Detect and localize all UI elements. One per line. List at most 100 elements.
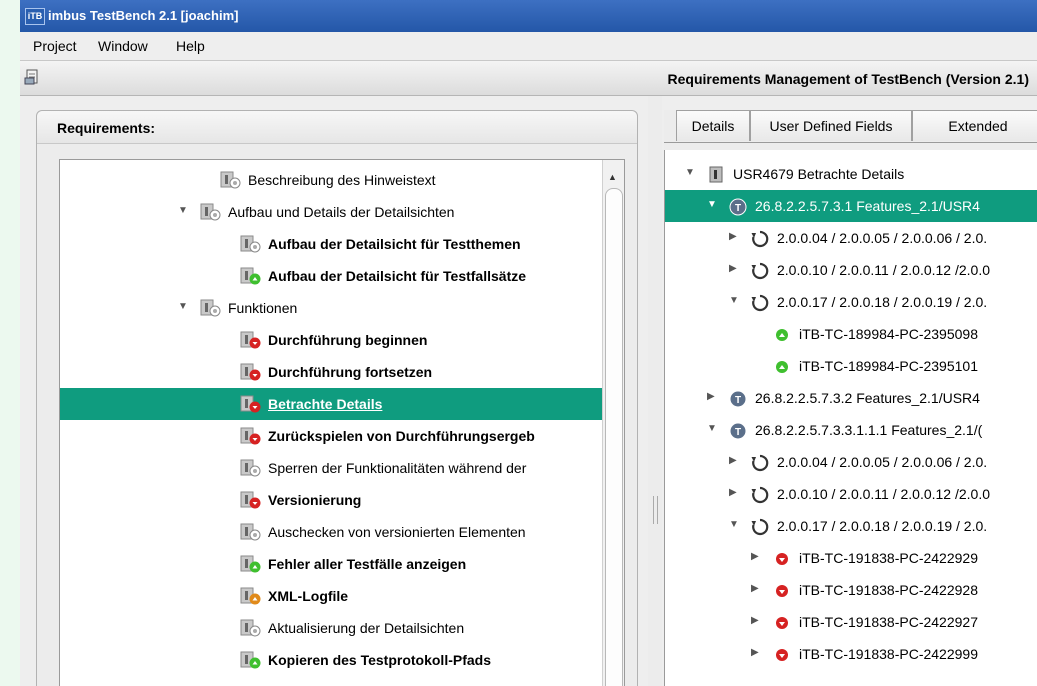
tab-details[interactable]: Details	[676, 110, 750, 141]
detail-tree-row[interactable]: ▶ iTB-TC-191838-PC-2422929	[665, 542, 1037, 574]
menu-project[interactable]: Project	[33, 38, 77, 54]
requirements-tree[interactable]: Beschreibung des Hinweistext ▼ Aufbau und …	[59, 159, 625, 686]
detail-tree-row[interactable]: ▶ iTB-TC-191838-PC-2422928	[665, 574, 1037, 606]
expand-toggle-icon[interactable]: ▶	[729, 455, 737, 466]
expand-toggle-icon[interactable]: ▶	[729, 231, 737, 242]
requirement-label: Durchführung fortsetzen	[268, 364, 433, 380]
detail-tree-row[interactable]: ▶ 2.0.0.10 / 2.0.0.11 / 2.0.0.12 /2.0.0	[665, 254, 1037, 286]
requirement-red-status-icon	[240, 363, 262, 381]
requirement-item[interactable]: Beschreibung des Hinweistext	[60, 164, 602, 196]
cycle-node-icon	[751, 262, 769, 280]
requirement-item[interactable]: Kopieren des Testprotokoll-Pfads	[60, 644, 602, 676]
expand-toggle-icon[interactable]: ▶	[707, 391, 715, 402]
requirement-label: Aufbau der Detailsicht für Testfallsätze	[268, 268, 527, 284]
requirement-item[interactable]: Zurückspielen von Durchführungsergeb	[60, 420, 602, 452]
document-icon[interactable]	[24, 69, 40, 85]
red-node-icon	[773, 614, 791, 632]
vertical-scrollbar[interactable]: ▲	[602, 160, 624, 686]
expand-toggle-icon[interactable]: ▼	[707, 199, 717, 210]
expand-toggle-icon[interactable]: ▼	[685, 167, 695, 178]
scrollbar-thumb[interactable]	[605, 188, 623, 686]
detail-node-label: 2.0.0.04 / 2.0.0.05 / 2.0.0.06 / 2.0.	[777, 454, 988, 470]
detail-tree-row[interactable]: ▶ T 26.8.2.2.5.7.3.2 Features_2.1/USR4	[665, 382, 1037, 414]
requirement-item[interactable]: ▼ Aufbau und Details der Detailsichten	[60, 196, 602, 228]
requirement-item[interactable]: Sperren der Funktionalitäten während der	[60, 452, 602, 484]
expand-toggle-icon[interactable]: ▼	[707, 423, 717, 434]
tab-extended[interactable]: Extended	[912, 110, 1037, 141]
detail-tree-row[interactable]: ▼ T 26.8.2.2.5.7.3.1 Features_2.1/USR4	[665, 190, 1037, 222]
detail-tree-row[interactable]: iTB-TC-189984-PC-2395098	[665, 318, 1037, 350]
requirement-item[interactable]: Aktualisierung der Detailsichten	[60, 612, 602, 644]
requirement-green-status-icon	[240, 651, 262, 669]
cycle-node-icon	[751, 294, 769, 312]
requirement-item[interactable]: Fehler aller Testfälle anzeigen	[60, 548, 602, 580]
requirement-label: Versionierung	[268, 492, 362, 508]
red-node-icon	[773, 582, 791, 600]
expand-toggle-icon[interactable]: ▼	[178, 205, 188, 216]
expand-toggle-icon[interactable]: ▼	[178, 301, 188, 312]
expand-toggle-icon[interactable]: ▶	[751, 551, 759, 562]
detail-node-label: 2.0.0.04 / 2.0.0.05 / 2.0.0.06 / 2.0.	[777, 230, 988, 246]
requirement-item[interactable]: Durchführung beginnen	[60, 324, 602, 356]
tab-user-defined-fields[interactable]: User Defined Fields	[750, 110, 912, 141]
detail-tree-row[interactable]: ▶ iTB-TC-191838-PC-2422999	[665, 638, 1037, 670]
svg-text:T: T	[735, 395, 741, 406]
panel-splitter[interactable]	[648, 96, 662, 686]
scroll-up-arrow-icon[interactable]: ▲	[608, 172, 617, 182]
header-bar: Requirements Management of TestBench (Ve…	[20, 60, 1037, 96]
requirement-label: Kopieren des Testprotokoll-Pfads	[268, 652, 491, 668]
detail-tree-row[interactable]: ▶ iTB-TC-191838-PC-2422927	[665, 606, 1037, 638]
detail-node-label: iTB-TC-191838-PC-2422927	[799, 614, 978, 630]
requirement-red-status-icon	[240, 427, 262, 445]
requirement-item[interactable]: XML-Logfile	[60, 580, 602, 612]
requirement-label: Fehler aller Testfälle anzeigen	[268, 556, 467, 572]
requirement-gray-status-icon	[240, 523, 262, 541]
requirement-label: XML-Logfile	[268, 588, 349, 604]
cycle-node-icon	[751, 454, 769, 472]
splitter-grip[interactable]	[653, 496, 658, 524]
detail-tree-row[interactable]: ▶ 2.0.0.04 / 2.0.0.05 / 2.0.0.06 / 2.0.	[665, 222, 1037, 254]
detail-tree-row[interactable]: iTB-TC-189984-PC-2395101	[665, 350, 1037, 382]
expand-toggle-icon[interactable]: ▶	[751, 647, 759, 658]
expand-toggle-icon[interactable]: ▼	[729, 295, 739, 306]
title-bar[interactable]: iTB imbus TestBench 2.1 [joachim]	[20, 0, 1037, 32]
requirement-label: Auschecken von versionierten Elementen	[268, 524, 526, 540]
detail-node-label: 2.0.0.10 / 2.0.0.11 / 2.0.0.12 /2.0.0	[777, 262, 991, 278]
requirement-gray-status-icon	[240, 619, 262, 637]
expand-toggle-icon[interactable]: ▶	[751, 583, 759, 594]
expand-toggle-icon[interactable]: ▶	[751, 615, 759, 626]
red-node-icon	[773, 550, 791, 568]
detail-tree-row[interactable]: ▶ 2.0.0.10 / 2.0.0.11 / 2.0.0.12 /2.0.0	[665, 478, 1037, 510]
app-logo-icon: iTB	[25, 8, 45, 25]
requirement-item[interactable]: Aufbau der Detailsicht für Testthemen	[60, 228, 602, 260]
detail-node-label: 2.0.0.10 / 2.0.0.11 / 2.0.0.12 /2.0.0	[777, 486, 991, 502]
requirement-item[interactable]: Aufbau der Detailsicht für Testfallsätze	[60, 260, 602, 292]
detail-tree-row[interactable]: ▼ USR4679 Betrachte Details	[665, 158, 1037, 190]
expand-toggle-icon[interactable]: ▶	[729, 487, 737, 498]
requirement-label: Aufbau und Details der Detailsichten	[228, 204, 455, 220]
requirement-node-icon	[707, 166, 725, 184]
requirement-item[interactable]: Betrachte Details	[60, 388, 602, 420]
detail-tree-row[interactable]: ▼ 2.0.0.17 / 2.0.0.18 / 2.0.0.19 / 2.0.	[665, 510, 1037, 542]
requirement-item[interactable]: Durchführung fortsetzen	[60, 356, 602, 388]
topic-node-icon: T	[729, 390, 747, 408]
requirement-item[interactable]: Versionierung	[60, 484, 602, 516]
expand-toggle-icon[interactable]: ▶	[729, 263, 737, 274]
menu-help[interactable]: Help	[176, 38, 205, 54]
requirement-green-status-icon	[240, 267, 262, 285]
requirement-item[interactable]: ▼ Funktionen	[60, 292, 602, 324]
requirement-green-status-icon	[240, 555, 262, 573]
panel-title: Requirements:	[37, 111, 637, 144]
green-node-icon	[773, 358, 791, 376]
requirement-label: Durchführung beginnen	[268, 332, 428, 348]
svg-text:T: T	[735, 203, 741, 214]
details-tree[interactable]: ▼ USR4679 Betrachte Details ▼ T 26.8.2.2.5.7…	[664, 150, 1037, 686]
menu-bar: Project Window Help	[20, 32, 1037, 60]
expand-toggle-icon[interactable]: ▼	[729, 519, 739, 530]
detail-node-label: iTB-TC-191838-PC-2422929	[799, 550, 978, 566]
requirement-item[interactable]: Auschecken von versionierten Elementen	[60, 516, 602, 548]
detail-tree-row[interactable]: ▼ 2.0.0.17 / 2.0.0.18 / 2.0.0.19 / 2.0.	[665, 286, 1037, 318]
menu-window[interactable]: Window	[98, 38, 148, 54]
detail-tree-row[interactable]: ▼ T 26.8.2.2.5.7.3.3.1.1.1 Features_2.1/(	[665, 414, 1037, 446]
detail-tree-row[interactable]: ▶ 2.0.0.04 / 2.0.0.05 / 2.0.0.06 / 2.0.	[665, 446, 1037, 478]
